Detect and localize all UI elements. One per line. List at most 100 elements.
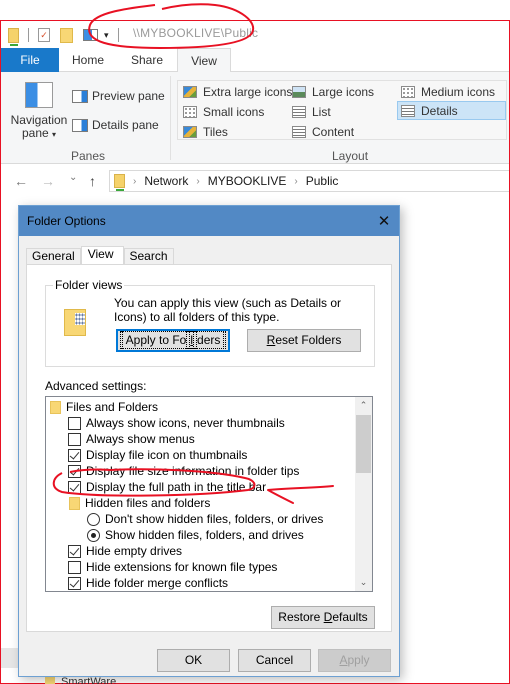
layout-list[interactable]: List [289,102,334,121]
setting-label: Don't show hidden files, folders, or dri… [105,512,324,526]
tab-share[interactable]: Share [117,48,177,72]
setting-display-file-size[interactable]: Display file size information in folder … [68,463,299,479]
checkbox[interactable] [68,560,81,574]
setting-hide-merge-conflicts[interactable]: Hide folder merge conflicts [68,575,228,591]
navigation-pane-button[interactable]: Navigation pane ▾ [9,82,69,141]
customize-dropdown-icon[interactable]: ▾ [104,30,109,41]
navigation-pane-icon[interactable] [83,29,98,41]
back-arrow-icon[interactable]: ← [14,173,28,189]
checkbox[interactable] [68,432,81,446]
checkbox[interactable] [68,448,81,462]
tab-file[interactable]: File [1,48,59,72]
navigation-pane-label-2: pane [21,126,49,140]
setting-label: Display the full path in the title bar [86,480,267,494]
scroll-down-icon[interactable]: ⌄ [355,574,372,591]
view-tab-panel: Folder views You can apply this view (su… [26,264,392,632]
details-pane-button[interactable]: Details pane [72,118,159,132]
close-icon[interactable]: ✕ [369,212,399,230]
apply-button[interactable]: Apply [318,649,391,672]
tab-view[interactable]: View [80,246,124,265]
group-separator [170,76,171,160]
setting-hide-extensions[interactable]: Hide extensions for known file types [68,559,277,575]
tab-home[interactable]: Home [59,48,117,72]
scroll-up-icon[interactable]: ⌃ [355,397,372,414]
cancel-button[interactable]: Cancel [238,649,311,672]
toolbar-separator [28,28,29,42]
panes-group-label: Panes [71,149,106,163]
folder-views-icon [64,309,86,336]
radio-button[interactable] [87,512,100,526]
folder-icon [69,496,80,510]
folder-options-dialog: Folder Options ✕ General View Search Fol… [18,205,400,677]
button-label: ders [192,331,225,349]
layout-details[interactable]: Details [397,101,506,120]
layout-medium-icons[interactable]: Medium icons [398,82,498,101]
restore-defaults-button[interactable]: Restore Defaults [271,606,375,629]
layout-content[interactable]: Content [289,122,357,141]
chevron-down-icon: ▾ [52,130,57,139]
tab-general[interactable]: General [26,248,81,264]
checkbox[interactable] [68,480,81,494]
setting-dont-show-hidden[interactable]: Don't show hidden files, folders, or dri… [87,511,323,527]
reset-folders-button[interactable]: Reset Folders [247,329,361,352]
network-folder-icon [114,174,125,191]
layout-small-icons[interactable]: Small icons [180,102,267,121]
checkbox[interactable] [68,544,81,558]
background-pane-edge [1,648,19,668]
setting-always-show-menus[interactable]: Always show menus [68,431,195,447]
layout-large-icons[interactable]: Large icons [289,82,377,101]
advanced-settings-scrollbar[interactable]: ⌃ ⌄ [355,397,372,591]
forward-arrow-icon[interactable]: → [41,173,55,189]
details-pane-label: Details pane [92,118,159,132]
setting-label: Display file icon on thumbnails [86,448,248,462]
setting-hide-empty-drives[interactable]: Hide empty drives [68,543,182,559]
folder-icon [45,676,55,684]
setting-label: Show hidden files, folders, and drives [105,528,304,542]
network-folder-icon[interactable] [8,27,19,46]
address-bar[interactable]: › Network › MYBOOKLIVE › Public [109,170,509,192]
checkbox[interactable] [68,576,81,590]
dialog-tabs: General View Search [26,246,174,265]
apply-to-folders-button[interactable]: Apply to Fo l ders [116,329,230,352]
tab-view[interactable]: View [177,48,231,73]
button-label-accel: A [339,653,348,667]
setting-label: Hide folder merge conflicts [86,576,229,590]
breadcrumb-public[interactable]: Public [306,174,339,188]
breadcrumb-network[interactable]: Network [144,174,188,188]
setting-display-file-icon[interactable]: Display file icon on thumbnails [68,447,247,463]
toolbar-separator [117,28,119,42]
ok-button[interactable]: OK [157,649,230,672]
breadcrumb-separator: › [133,175,137,187]
layout-item-label: Details [421,103,458,118]
layout-item-label: List [312,104,331,119]
background-list-item[interactable]: SmartWare [45,676,165,684]
properties-icon[interactable]: ✓ [38,28,50,42]
ribbon-view: Navigation pane ▾ Preview pane Details p… [1,72,509,164]
breadcrumb-mybooklive[interactable]: MYBOOKLIVE [208,174,287,188]
preview-pane-button[interactable]: Preview pane [72,89,165,103]
new-folder-icon[interactable] [60,27,73,43]
layout-item-label: Tiles [203,124,228,139]
checkbox[interactable] [68,416,81,430]
tree-label: Files and Folders [66,400,159,414]
layout-tiles[interactable]: Tiles [180,122,231,141]
radio-button[interactable] [87,528,100,542]
breadcrumb-separator: › [196,175,200,187]
layout-item-label: Extra large icons [203,84,293,99]
details-icon [401,104,415,117]
tree-label: Hidden files and folders [85,496,211,510]
recent-locations-icon[interactable]: ⌄ [69,172,77,183]
setting-show-hidden[interactable]: Show hidden files, folders, and drives [87,527,304,543]
dialog-title-bar[interactable]: Folder Options ✕ [19,206,399,236]
tab-search[interactable]: Search [123,248,174,264]
up-arrow-icon[interactable]: ↑ [89,173,96,189]
navigation-pane-icon [25,82,53,108]
setting-display-full-path[interactable]: Display the full path in the title bar [68,479,266,495]
button-label-accel: R [266,333,276,347]
advanced-settings-label: Advanced settings: [45,379,147,393]
scrollbar-thumb[interactable] [356,415,371,473]
setting-label: Always show icons, never thumbnails [86,416,285,430]
layout-extra-large-icons[interactable]: Extra large icons [180,82,295,101]
setting-always-show-icons[interactable]: Always show icons, never thumbnails [68,415,285,431]
checkbox[interactable] [68,464,81,478]
